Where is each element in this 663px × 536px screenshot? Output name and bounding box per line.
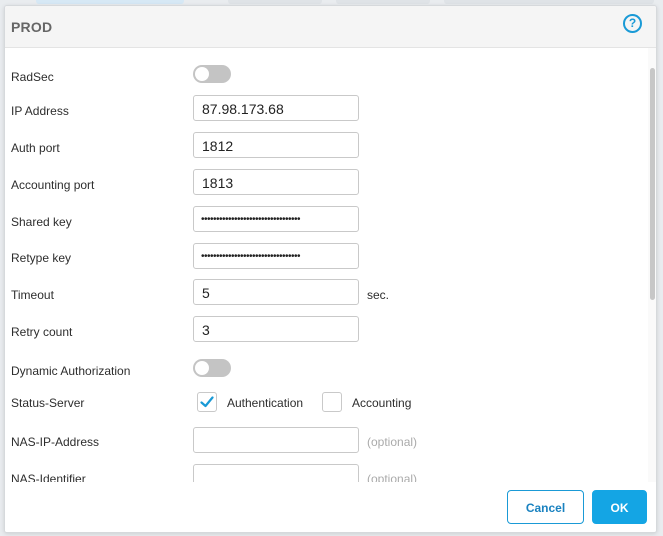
timeout-input[interactable]: 5: [193, 279, 359, 305]
auth-port-input[interactable]: 1812: [193, 132, 359, 158]
radius-server-dialog: PROD ? RadSec IP Address 87.98.173.68 Au…: [4, 5, 657, 533]
nas-ip-address-input[interactable]: [193, 427, 359, 453]
scrollbar-thumb[interactable]: [650, 68, 655, 300]
shared-key-input[interactable]: •••••••••••••••••••••••••••••••••: [193, 206, 359, 232]
nas-identifier-input[interactable]: [193, 464, 359, 482]
retry-count-input[interactable]: 3: [193, 316, 359, 342]
nas-ip-address-label: NAS-IP-Address: [11, 435, 100, 449]
shared-key-row: Shared key •••••••••••••••••••••••••••••…: [5, 206, 645, 236]
accounting-checkbox[interactable]: [322, 392, 342, 412]
background-tab: [336, 0, 430, 4]
scrollbar[interactable]: [648, 48, 656, 482]
radsec-label: RadSec: [11, 70, 54, 84]
ok-button[interactable]: OK: [592, 490, 647, 524]
background-tab: [444, 0, 654, 4]
retype-key-label: Retype key: [11, 251, 72, 265]
accounting-port-input[interactable]: 1813: [193, 169, 359, 195]
background-tab: [228, 0, 322, 4]
timeout-label: Timeout: [11, 288, 54, 302]
timeout-row: Timeout 5 sec.: [5, 279, 645, 309]
dynamic-authorization-label: Dynamic Authorization: [11, 364, 131, 378]
nas-identifier-label: NAS-Identifier: [11, 472, 86, 482]
timeout-unit: sec.: [367, 288, 390, 302]
status-server-row: Status-Server Authentication Accounting: [5, 392, 645, 422]
shared-key-label: Shared key: [11, 215, 72, 229]
retry-count-row: Retry count 3: [5, 316, 645, 346]
retype-key-row: Retype key •••••••••••••••••••••••••••••…: [5, 243, 645, 273]
accounting-label: Accounting: [352, 396, 412, 410]
nas-ip-address-row: NAS-IP-Address (optional): [5, 427, 645, 457]
ip-address-label: IP Address: [11, 104, 69, 118]
auth-port-row: Auth port 1812: [5, 132, 645, 162]
dialog-header: PROD ?: [5, 6, 656, 48]
accounting-port-row: Accounting port 1813: [5, 169, 645, 199]
toggle-knob: [195, 361, 209, 375]
auth-port-label: Auth port: [11, 141, 60, 155]
cancel-button[interactable]: Cancel: [507, 490, 584, 524]
radsec-toggle[interactable]: [193, 65, 231, 83]
radsec-row: RadSec: [5, 62, 645, 92]
authentication-checkbox[interactable]: [197, 392, 217, 412]
ip-address-row: IP Address 87.98.173.68: [5, 95, 645, 125]
dialog-footer: Cancel OK: [5, 482, 656, 532]
background-tab: [36, 0, 184, 4]
dynamic-authorization-toggle[interactable]: [193, 359, 231, 377]
nas-identifier-hint: (optional): [367, 472, 418, 482]
help-icon[interactable]: ?: [623, 14, 642, 33]
ip-address-input[interactable]: 87.98.173.68: [193, 95, 359, 121]
nas-identifier-row: NAS-Identifier (optional): [5, 464, 645, 482]
dialog-title: PROD: [11, 19, 53, 35]
authentication-label: Authentication: [227, 396, 304, 410]
retry-count-label: Retry count: [11, 325, 73, 339]
check-icon: [200, 396, 214, 408]
dialog-body: RadSec IP Address 87.98.173.68 Auth port…: [5, 48, 656, 482]
nas-ip-address-hint: (optional): [367, 435, 418, 449]
toggle-knob: [195, 67, 209, 81]
status-server-label: Status-Server: [11, 396, 85, 410]
accounting-port-label: Accounting port: [11, 178, 95, 192]
dynamic-authorization-row: Dynamic Authorization: [5, 356, 645, 386]
retype-key-input[interactable]: •••••••••••••••••••••••••••••••••: [193, 243, 359, 269]
